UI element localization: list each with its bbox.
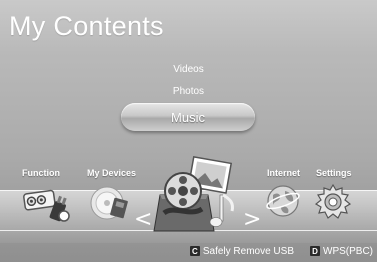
category-label-function: Function bbox=[22, 168, 60, 178]
category-label-settings: Settings bbox=[316, 168, 352, 178]
footer-actions: C Safely Remove USB D WPS(PBC) bbox=[189, 243, 373, 259]
menu-item-music-label: Music bbox=[171, 109, 205, 125]
category-label-my-devices: My Devices bbox=[87, 168, 137, 178]
function-icon[interactable] bbox=[22, 183, 74, 230]
c-key-badge: C bbox=[189, 246, 200, 256]
category-label-internet: Internet bbox=[267, 168, 301, 178]
wps-pbc-action[interactable]: D WPS(PBC) bbox=[310, 246, 373, 257]
menu-item-music[interactable]: Music bbox=[121, 103, 255, 131]
internet-icon[interactable] bbox=[265, 183, 301, 226]
wps-pbc-label: WPS(PBC) bbox=[323, 245, 373, 257]
d-key-badge: D bbox=[310, 246, 320, 256]
settings-icon[interactable] bbox=[314, 183, 352, 226]
safely-remove-usb-action[interactable]: C Safely Remove USB bbox=[189, 245, 294, 257]
page-title: My Contents bbox=[9, 11, 164, 41]
safely-remove-usb-label: Safely Remove USB bbox=[202, 245, 294, 257]
my-contents-screen: My Contents Videos Photos Music Function… bbox=[0, 0, 377, 262]
my-contents-icon[interactable] bbox=[150, 155, 246, 240]
menu-item-videos[interactable]: Videos bbox=[0, 64, 377, 75]
menu-item-photos[interactable]: Photos bbox=[0, 86, 377, 97]
devices-icon[interactable] bbox=[88, 182, 132, 227]
